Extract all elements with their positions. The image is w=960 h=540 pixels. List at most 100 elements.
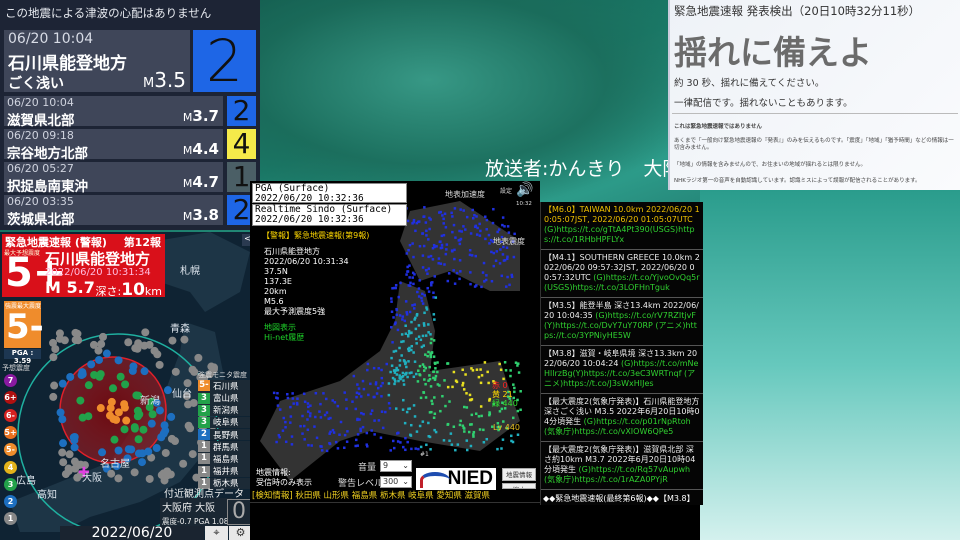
station-dot bbox=[345, 398, 348, 401]
observed-intensity-box: 強震最大震度 5- bbox=[4, 301, 44, 348]
settings-button[interactable]: ⚙ bbox=[229, 526, 252, 540]
quake-place: 宗谷地方北部 bbox=[7, 146, 88, 162]
tweet-link[interactable]: (気象庁)https://t.co/vXIOW6QPe5 bbox=[544, 427, 673, 436]
intensity-legend-item: 2 bbox=[4, 495, 17, 509]
station-dot bbox=[406, 334, 410, 337]
station-dot bbox=[343, 391, 346, 394]
station-dot bbox=[408, 264, 411, 267]
station-dot bbox=[496, 230, 499, 234]
station-dot bbox=[462, 426, 465, 430]
station-marker bbox=[155, 406, 164, 415]
speaker-icon[interactable]: 🔊 bbox=[516, 182, 533, 198]
tweet-link[interactable]: (G)https://t.co/p01rNpRtoh bbox=[584, 417, 691, 426]
quake-list-item[interactable]: 06/20 05:27 択捉島南東沖 M4.7 bbox=[4, 162, 223, 195]
station-dot bbox=[498, 262, 502, 265]
station-dot bbox=[426, 272, 429, 275]
locate-button[interactable]: ⌖ bbox=[205, 526, 228, 540]
station-dot bbox=[355, 395, 358, 399]
station-dot bbox=[502, 377, 505, 381]
station-dot bbox=[458, 242, 462, 246]
station-dot bbox=[417, 335, 421, 338]
station-dot bbox=[467, 430, 471, 434]
station-dot bbox=[505, 285, 508, 288]
settings-link[interactable]: 設定 bbox=[500, 186, 512, 195]
map-display-link[interactable]: 地図表示 bbox=[264, 323, 369, 333]
warn-level-select[interactable]: 300 ⌄ bbox=[380, 476, 412, 488]
station-dot bbox=[319, 416, 323, 419]
eew-alert-box: 緊急地震速報 (警報) 第12報 最大予想震度 5+ 石川県能登地方 2022/… bbox=[2, 234, 165, 300]
station-dot bbox=[384, 410, 387, 414]
station-dot bbox=[474, 412, 478, 415]
station-dot bbox=[418, 244, 422, 248]
tweet-feed[interactable]: 【M6.0】TAIWAN 10.0km 2022/06/20 10:05:07J… bbox=[540, 202, 703, 505]
station-dot bbox=[471, 217, 475, 220]
station-marker bbox=[131, 344, 140, 353]
station-dot bbox=[404, 361, 407, 364]
tweet-link[interactable]: (USGS)https://t.co/3LOFHnTguk bbox=[544, 283, 670, 292]
station-dot bbox=[413, 415, 417, 418]
station-dot bbox=[484, 237, 487, 241]
station-dot bbox=[479, 381, 483, 385]
station-dot bbox=[389, 449, 392, 452]
quake-list-item[interactable]: 06/20 10:04 滋賀県北部 M3.7 bbox=[4, 96, 223, 129]
station-dot bbox=[453, 207, 457, 210]
quake-list-item[interactable]: 06/20 03:35 茨城県北部 M3.8 bbox=[4, 195, 223, 228]
station-dot bbox=[462, 405, 466, 409]
station-dot bbox=[448, 439, 451, 442]
color-counts: 赤 0黄 21 緑 440 bbox=[492, 381, 518, 408]
tweet-link[interactable]: (G)https://t.co/rV7RZItjvF bbox=[595, 311, 696, 320]
quake-info-button[interactable]: 地震情報 bbox=[502, 468, 536, 481]
station-dot bbox=[482, 261, 486, 265]
station-dot bbox=[425, 229, 428, 233]
tweet[interactable]: 【M4.1】SOUTHERN GREECE 10.0km 2022/06/20 … bbox=[541, 250, 703, 298]
station-dot bbox=[469, 271, 472, 274]
station-dot bbox=[429, 254, 433, 258]
station-dot bbox=[407, 407, 410, 411]
hinet-history-link[interactable]: Hi-net履歴 bbox=[264, 333, 369, 343]
station-dot bbox=[389, 370, 392, 374]
hokkaido-shape bbox=[150, 232, 250, 312]
station-dot bbox=[286, 396, 290, 400]
station-dot bbox=[496, 447, 499, 451]
volume-select[interactable]: 9 ⌄ bbox=[380, 460, 412, 472]
monitor-title: 強震モニタ震度 bbox=[198, 371, 247, 379]
tweet-link[interactable]: (Y)https://t.co/DvY7uY70RP (アニメ)https://… bbox=[544, 321, 697, 340]
volume-label: 音量 bbox=[358, 463, 377, 473]
quake-time: 06/20 10:04 bbox=[7, 96, 74, 109]
station-dot bbox=[421, 232, 424, 235]
station-dot bbox=[377, 419, 381, 422]
mag-value: 3.5 bbox=[154, 68, 186, 92]
station-dot bbox=[365, 431, 369, 435]
station-dot bbox=[417, 295, 421, 298]
tweet-link[interactable]: (G)https://t.co/YjvoOvQq5r bbox=[593, 273, 699, 282]
tweet[interactable]: 【M3.5】能登半島 深さ13.4km 2022/06/20 10:04:35 … bbox=[541, 298, 703, 346]
station-dot bbox=[480, 285, 483, 289]
station-dot bbox=[370, 429, 373, 432]
station-marker bbox=[179, 459, 188, 468]
quake-list-item[interactable]: 06/20 09:18 宗谷地方北部 M4.4 bbox=[4, 129, 223, 162]
latest-quake-card[interactable]: 06/20 10:04 石川県能登地方 ごく浅い M3.5 bbox=[4, 30, 190, 92]
desktop-wallpaper-right bbox=[700, 190, 960, 540]
station-dot bbox=[500, 274, 504, 278]
station-dot bbox=[291, 392, 294, 395]
station-marker bbox=[114, 474, 123, 483]
station-dot bbox=[424, 353, 427, 356]
station-dot bbox=[412, 351, 415, 354]
station-dot bbox=[492, 251, 496, 255]
station-marker bbox=[159, 429, 168, 438]
tweet[interactable]: 【最大震度2(気象庁発表)】石川県能登地方 深さごく浅い M3.5 2022年6… bbox=[541, 394, 703, 442]
station-dot bbox=[499, 368, 503, 372]
tweet[interactable]: 【M3.8】滋賀・岐阜県境 深さ13.3km 2022/06/20 10:04:… bbox=[541, 346, 703, 394]
station-dot bbox=[411, 222, 414, 225]
station-dot bbox=[465, 448, 469, 452]
station-dot bbox=[422, 322, 426, 325]
tweet[interactable]: 【M6.0】TAIWAN 10.0km 2022/06/20 10:05:07J… bbox=[541, 202, 703, 250]
station-dot bbox=[410, 344, 414, 348]
kmon-map bbox=[260, 201, 522, 481]
tweet[interactable]: 【最大震度2(気象庁発表)】滋賀県北部 深さ約10km M3.7 2022年6月… bbox=[541, 442, 703, 490]
station-dot bbox=[393, 382, 396, 386]
tweet-link[interactable]: (G)https://t.co/gTtA4Pt390 bbox=[544, 225, 650, 234]
station-dot bbox=[356, 433, 360, 436]
station-dot bbox=[369, 412, 373, 416]
station-dot bbox=[345, 407, 348, 410]
